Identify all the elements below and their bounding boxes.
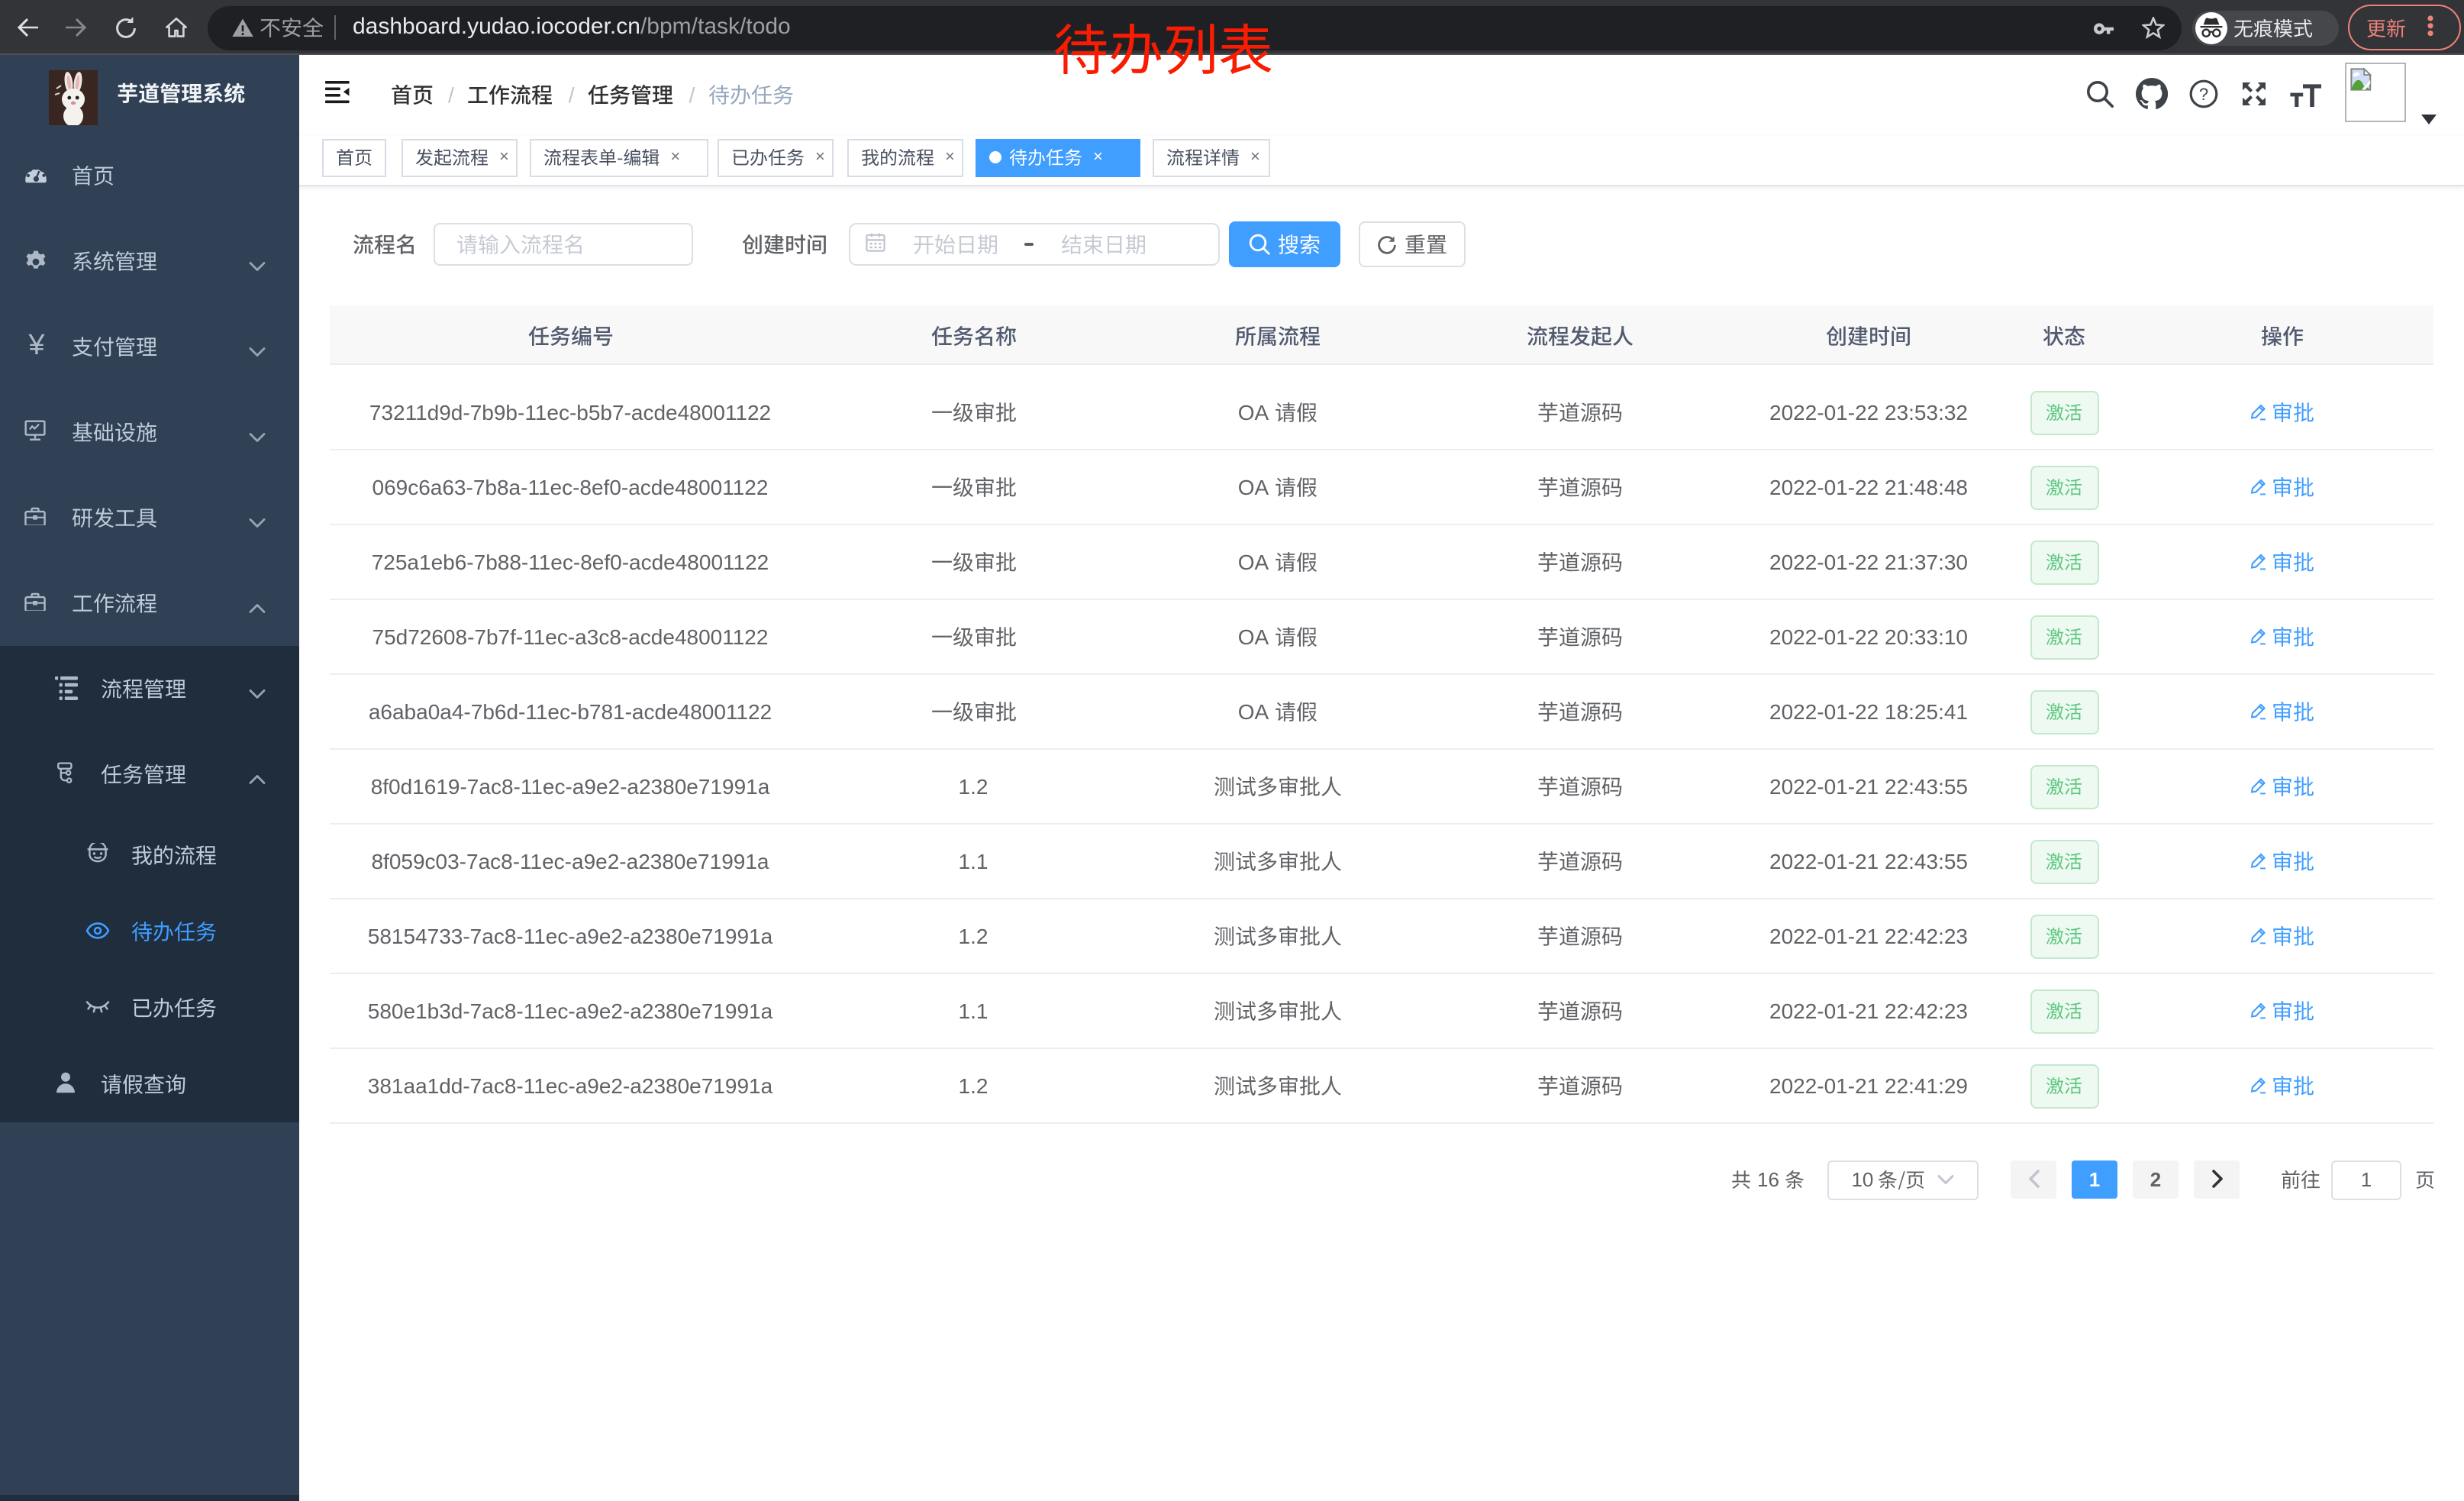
svg-text:?: ? [2199,85,2208,104]
